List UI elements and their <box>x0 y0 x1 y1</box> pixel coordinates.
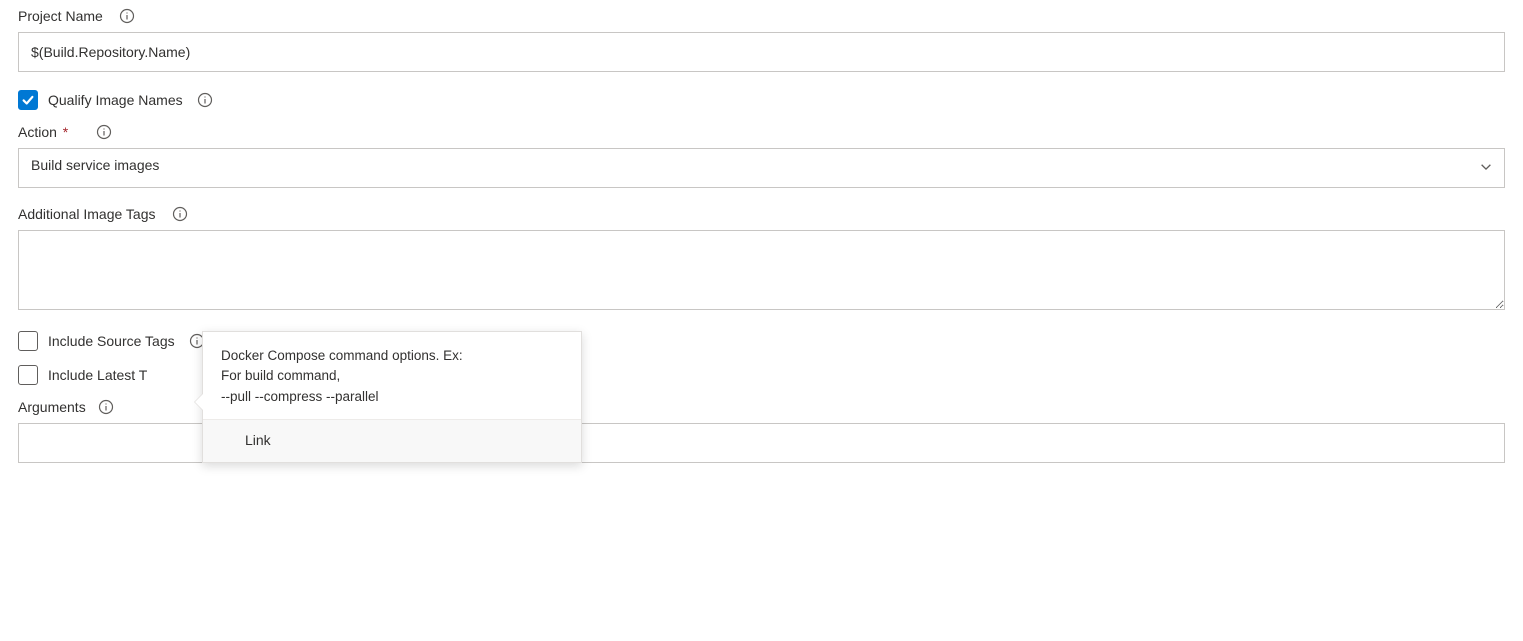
additional-image-tags-field: Additional Image Tags <box>18 206 1505 313</box>
action-label: Action * <box>18 124 68 140</box>
additional-image-tags-label: Additional Image Tags <box>18 206 156 222</box>
include-source-tags-label: Include Source Tags <box>48 333 175 349</box>
arguments-label: Arguments <box>18 399 86 415</box>
additional-image-tags-input[interactable] <box>18 230 1505 310</box>
info-icon[interactable] <box>96 124 112 140</box>
include-latest-tag-label: Include Latest T <box>48 367 147 383</box>
tooltip-arrow <box>195 394 203 410</box>
include-source-tags-checkbox[interactable] <box>18 331 38 351</box>
project-name-input[interactable] <box>18 32 1505 72</box>
arguments-field: Arguments Docker Compose command options… <box>18 399 1505 463</box>
tooltip-footer: Link <box>203 419 581 462</box>
tooltip-body: Docker Compose command options. Ex: For … <box>203 332 581 419</box>
qualify-image-names-row: Qualify Image Names <box>18 90 1505 110</box>
action-field: Action * Build service images <box>18 124 1505 188</box>
project-name-label: Project Name <box>18 8 103 24</box>
include-latest-tag-checkbox[interactable] <box>18 365 38 385</box>
arguments-tooltip: Docker Compose command options. Ex: For … <box>202 331 582 463</box>
qualify-image-names-label: Qualify Image Names <box>48 92 183 108</box>
info-icon[interactable] <box>197 92 213 108</box>
info-icon[interactable] <box>172 206 188 222</box>
project-name-field: Project Name <box>18 8 1505 72</box>
action-select[interactable]: Build service images <box>18 148 1505 188</box>
info-icon[interactable] <box>119 8 135 24</box>
tooltip-link[interactable]: Link <box>245 432 271 448</box>
qualify-image-names-checkbox[interactable] <box>18 90 38 110</box>
info-icon[interactable] <box>98 399 114 415</box>
